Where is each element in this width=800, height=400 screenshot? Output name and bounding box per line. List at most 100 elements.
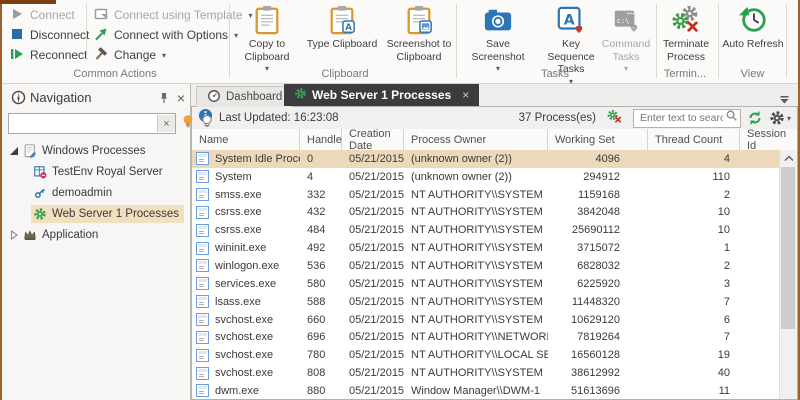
tab-list-dropdown-icon[interactable]: [780, 91, 790, 109]
table-row[interactable]: svchost.exe66005/21/2015NT AUTHORITY\\SY…: [192, 311, 797, 329]
scrollbar-up-arrow-icon[interactable]: [780, 150, 797, 166]
cell: (unknown owner (2)): [404, 153, 548, 165]
grid-toolbar: Last Updated: 16:23:08 37 Process(es) ▾: [192, 107, 797, 130]
table-header-row: Name Handle Creation Date Process Owner …: [192, 129, 797, 151]
terminate-process-small-icon[interactable]: [606, 108, 623, 129]
cell: 3842048: [548, 206, 648, 218]
table-row[interactable]: csrss.exe48405/21/2015NT AUTHORITY\\SYST…: [192, 221, 797, 239]
column-header-process-owner[interactable]: Process Owner: [404, 129, 548, 150]
column-header-thread-count[interactable]: Thread Count: [648, 129, 740, 150]
pin-icon[interactable]: [156, 90, 172, 106]
column-header-session-id[interactable]: Session Id: [740, 129, 797, 150]
table-row[interactable]: dwm.exe88005/21/2015Window Manager\\DWM-…: [192, 382, 797, 399]
copy-to-clipboard-button[interactable]: Copy to Clipboard ▾: [236, 5, 298, 76]
dropdown-caret-icon: ▾: [265, 63, 269, 76]
table-row[interactable]: winlogon.exe53605/21/2015NT AUTHORITY\\S…: [192, 257, 797, 275]
tab-close-icon[interactable]: ×: [462, 88, 469, 102]
column-header-handle[interactable]: Handle: [300, 129, 342, 150]
process-window-icon: [196, 242, 209, 255]
table-row[interactable]: System Idle Process005/21/2015(unknown o…: [192, 150, 797, 168]
navigation-filter-input[interactable]: [9, 116, 157, 131]
tree-item-testenv-royal-server[interactable]: TestEnv Royal Server: [2, 161, 190, 182]
cell: 05/21/2015: [342, 331, 404, 343]
process-window-icon: [196, 206, 209, 219]
reconnect-button[interactable]: Reconnect: [10, 46, 87, 64]
refresh-icon[interactable]: [747, 110, 763, 126]
clear-filter-icon[interactable]: ×: [157, 115, 175, 132]
last-updated-text: Last Updated: 16:23:08: [219, 112, 339, 124]
type-clipboard-button[interactable]: A Type Clipboard: [302, 5, 382, 51]
auto-refresh-button[interactable]: Auto Refresh: [722, 5, 784, 51]
divider: [718, 4, 719, 78]
tree-item-demoadmin[interactable]: demoadmin: [2, 182, 190, 203]
hammer-icon: [94, 47, 108, 64]
cell: 536: [300, 260, 342, 272]
tree-item-windows-processes[interactable]: Windows Processes: [2, 140, 190, 161]
cell-name: winlogon.exe: [192, 259, 300, 272]
clipboard-icon: [252, 5, 282, 35]
terminate-gears-icon: [671, 5, 701, 35]
cell: 808: [300, 367, 342, 379]
cell: Window Manager\\DWM-1: [404, 385, 548, 397]
grid-settings-gear-icon[interactable]: ▾: [769, 110, 791, 126]
lightbulb-off-icon[interactable]: [200, 114, 214, 134]
column-header-working-set[interactable]: Working Set: [548, 129, 648, 150]
camera-icon: [483, 5, 513, 35]
change-button[interactable]: Change ▾: [94, 46, 166, 64]
connect-button[interactable]: Connect: [10, 6, 75, 24]
cell: NT AUTHORITY\\SYSTEM: [404, 278, 548, 290]
tree-item-web-server-1-processes[interactable]: Web Server 1 Processes: [2, 203, 190, 224]
tab-web-server-1-processes[interactable]: Web Server 1 Processes ×: [284, 84, 479, 106]
connect-with-options-button[interactable]: Connect with Options ▾: [94, 26, 238, 44]
command-tasks-button[interactable]: c:\ Command Tasks ▾: [600, 5, 652, 76]
close-panel-icon[interactable]: ×: [172, 90, 190, 106]
grid-search-input[interactable]: [638, 111, 725, 125]
table-row[interactable]: svchost.exe78005/21/2015NT AUTHORITY\\LO…: [192, 346, 797, 364]
tree-item-application[interactable]: Application: [2, 224, 190, 245]
tab-dashboard[interactable]: Dashboard: [196, 86, 293, 107]
table-row[interactable]: csrss.exe43205/21/2015NT AUTHORITY\\SYST…: [192, 204, 797, 222]
cell-name: svchost.exe: [192, 349, 300, 362]
lightbulb-on-icon[interactable]: [181, 114, 195, 134]
cell: 580: [300, 278, 342, 290]
vertical-scrollbar[interactable]: [779, 150, 797, 399]
table-row[interactable]: lsass.exe58805/21/2015NT AUTHORITY\\SYST…: [192, 293, 797, 311]
tree-collapsed-arrow-icon[interactable]: [7, 230, 21, 240]
cell-name: services.exe: [192, 277, 300, 290]
command-tasks-label: Command Tasks: [600, 38, 652, 63]
cell: NT AUTHORITY\\SYSTEM: [404, 206, 548, 218]
table-row[interactable]: svchost.exe80805/21/2015NT AUTHORITY\\SY…: [192, 364, 797, 382]
screenshot-to-clipboard-button[interactable]: Screenshot to Clipboard: [386, 5, 452, 63]
cell: 10: [648, 206, 740, 218]
cell: 05/21/2015: [342, 278, 404, 290]
cell: 40: [648, 367, 740, 379]
terminate-process-button[interactable]: Terminate Process: [658, 5, 714, 63]
divider: [786, 4, 787, 78]
connect-with-options-label: Connect with Options: [114, 28, 228, 42]
disconnect-button[interactable]: Disconnect: [10, 26, 89, 44]
table-row[interactable]: System405/21/2015(unknown owner (2))2949…: [192, 168, 797, 186]
save-screenshot-label: Save Screenshot: [459, 38, 537, 63]
process-name: smss.exe: [215, 189, 261, 201]
table-row[interactable]: smss.exe33205/21/2015NT AUTHORITY\\SYSTE…: [192, 186, 797, 204]
table-row[interactable]: svchost.exe69605/21/2015NT AUTHORITY\\NE…: [192, 328, 797, 346]
table-row[interactable]: wininit.exe49205/21/2015NT AUTHORITY\\SY…: [192, 239, 797, 257]
tree-expanded-arrow-icon[interactable]: [7, 146, 21, 156]
table-row[interactable]: services.exe58005/21/2015NT AUTHORITY\\S…: [192, 275, 797, 293]
cell: NT AUTHORITY\\SYSTEM: [404, 367, 548, 379]
save-screenshot-button[interactable]: Save Screenshot ▾: [459, 5, 537, 76]
auto-refresh-clock-icon: [738, 5, 768, 35]
cell-name: System Idle Process: [192, 152, 300, 165]
cell: 484: [300, 224, 342, 236]
cell: 16560128: [548, 349, 648, 361]
group-label-clipboard: Clipboard: [270, 68, 420, 80]
cell: (unknown owner (2)): [404, 171, 548, 183]
cell: NT AUTHORITY\\NETWORK SERVICE: [404, 331, 548, 343]
dropdown-caret-icon: ▾: [787, 114, 791, 123]
scrollbar-thumb[interactable]: [781, 167, 795, 329]
stop-square-icon: [10, 27, 24, 44]
navigation-filter-box: ×: [8, 113, 176, 134]
column-header-creation-date[interactable]: Creation Date: [342, 129, 404, 150]
cell: 11: [648, 385, 740, 397]
cell: 294912: [548, 171, 648, 183]
